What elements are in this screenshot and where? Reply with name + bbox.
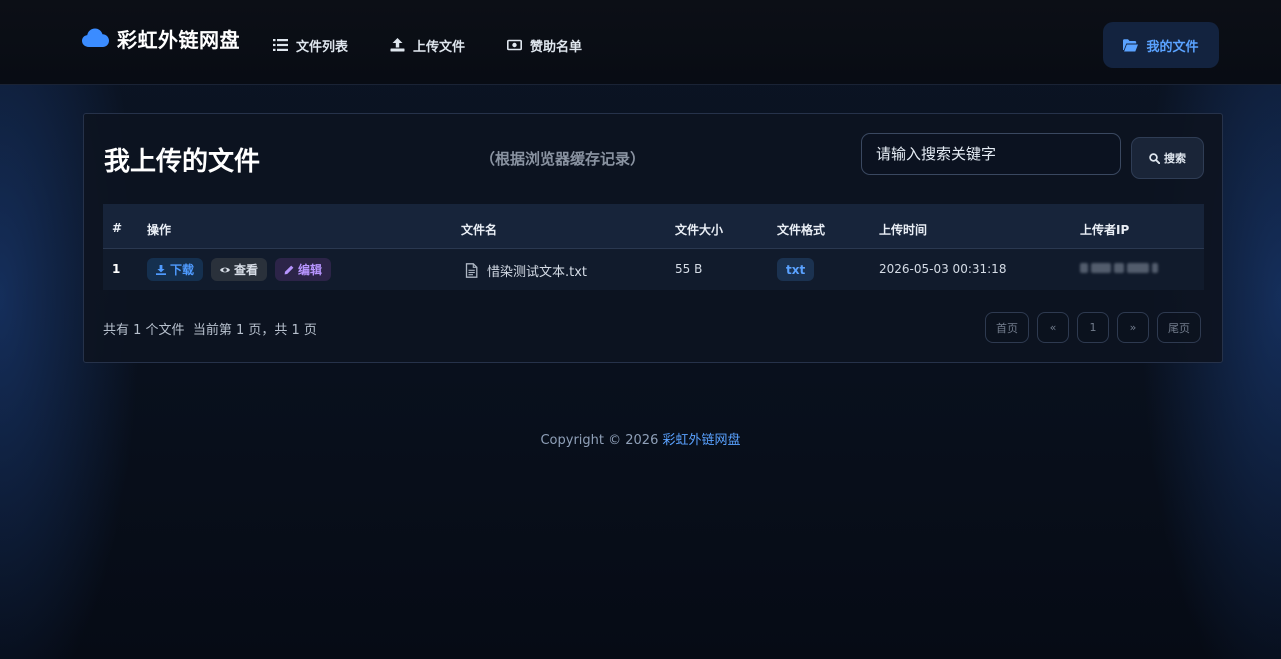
upload-time: 2026-05-03 00:31:18 <box>879 262 1007 276</box>
nav-sponsors-label: 赞助名单 <box>530 39 583 55</box>
pencil-icon <box>284 265 294 274</box>
file-count: 共有 1 个文件 <box>103 323 185 338</box>
page-first-button[interactable]: 首页 <box>985 312 1029 343</box>
edit-button[interactable]: 编辑 <box>275 258 332 281</box>
footer-copyright: Copyright © 2026 彩虹外链网盘 <box>0 429 1281 448</box>
page-info: 当前第 1 页，共 1 页 <box>192 323 317 338</box>
search-button[interactable]: 搜索 <box>1131 137 1204 179</box>
view-label: 查看 <box>234 263 259 277</box>
footer-site-link[interactable]: 彩虹外链网盘 <box>663 433 741 448</box>
upload-icon <box>390 38 405 52</box>
view-button[interactable]: 查看 <box>211 258 268 281</box>
row-index: 1 <box>112 262 121 276</box>
table-header: # 操作 文件名 文件大小 文件格式 上传时间 上传者IP <box>103 204 1204 249</box>
file-size: 55 B <box>675 262 703 276</box>
col-filename: 文件名 <box>461 223 498 237</box>
download-button[interactable]: 下载 <box>147 258 204 281</box>
row-actions: 下载 查看 编辑 <box>147 258 332 281</box>
files-table: # 操作 文件名 文件大小 文件格式 上传时间 上传者IP 1 下载 查看 编辑… <box>103 204 1204 290</box>
download-icon <box>156 264 166 275</box>
col-actions: 操作 <box>147 223 172 237</box>
brand-name: 彩虹外链网盘 <box>117 27 240 52</box>
nav-upload[interactable]: 上传文件 <box>390 36 465 55</box>
table-row: 1 下载 查看 编辑 惜染测试文本.txt 55 B txt 2026-05-0… <box>103 249 1204 290</box>
pagination: 首页 « 1 » 尾页 <box>985 312 1201 343</box>
download-label: 下载 <box>170 263 195 277</box>
my-files-label: 我的文件 <box>1146 39 1199 55</box>
brand-logo[interactable]: 彩虹外链网盘 <box>82 24 240 52</box>
nav-file-list-label: 文件列表 <box>296 39 349 55</box>
search-input[interactable] <box>861 133 1121 175</box>
page-last-button[interactable]: 尾页 <box>1157 312 1201 343</box>
folder-open-icon <box>1123 38 1139 51</box>
edit-label: 编辑 <box>298 263 323 277</box>
file-text-icon <box>465 263 478 278</box>
uploader-ip-redacted <box>1080 263 1158 275</box>
page-number-button[interactable]: 1 <box>1077 312 1109 343</box>
col-upload-time: 上传时间 <box>879 223 928 237</box>
page-next-button[interactable]: » <box>1117 312 1149 343</box>
copyright-text: Copyright © 2026 <box>540 433 659 448</box>
file-name-link[interactable]: 惜染测试文本.txt <box>465 261 587 280</box>
my-files-button[interactable]: 我的文件 <box>1103 22 1219 68</box>
main-nav: 文件列表 上传文件 赞助名单 <box>273 33 582 57</box>
col-index: # <box>112 221 123 235</box>
eye-icon <box>220 267 231 272</box>
my-uploads-panel: 我上传的文件 （根据浏览器缓存记录） 搜索 # 操作 文件名 文件大小 文件格式… <box>83 113 1223 363</box>
nav-file-list[interactable]: 文件列表 <box>273 36 348 55</box>
col-uploader-ip: 上传者IP <box>1080 223 1130 237</box>
search-button-label: 搜索 <box>1164 152 1186 165</box>
list-icon <box>273 39 288 51</box>
page-subtitle: （根据浏览器缓存记录） <box>480 150 646 168</box>
nav-upload-label: 上传文件 <box>413 39 466 55</box>
top-navbar: 彩虹外链网盘 文件列表 上传文件 赞助名单 我的文件 <box>0 0 1281 85</box>
page-prev-button[interactable]: « <box>1037 312 1069 343</box>
file-format-badge: txt <box>777 258 815 281</box>
col-format: 文件格式 <box>777 223 826 237</box>
money-icon <box>507 39 523 51</box>
page-title: 我上传的文件 <box>104 147 261 177</box>
file-name: 惜染测试文本.txt <box>487 265 588 280</box>
col-filesize: 文件大小 <box>675 223 724 237</box>
search-icon <box>1149 152 1160 164</box>
cloud-icon <box>82 28 109 47</box>
nav-sponsors[interactable]: 赞助名单 <box>507 36 582 55</box>
table-summary: 共有 1 个文件 当前第 1 页，共 1 页 <box>103 319 317 338</box>
